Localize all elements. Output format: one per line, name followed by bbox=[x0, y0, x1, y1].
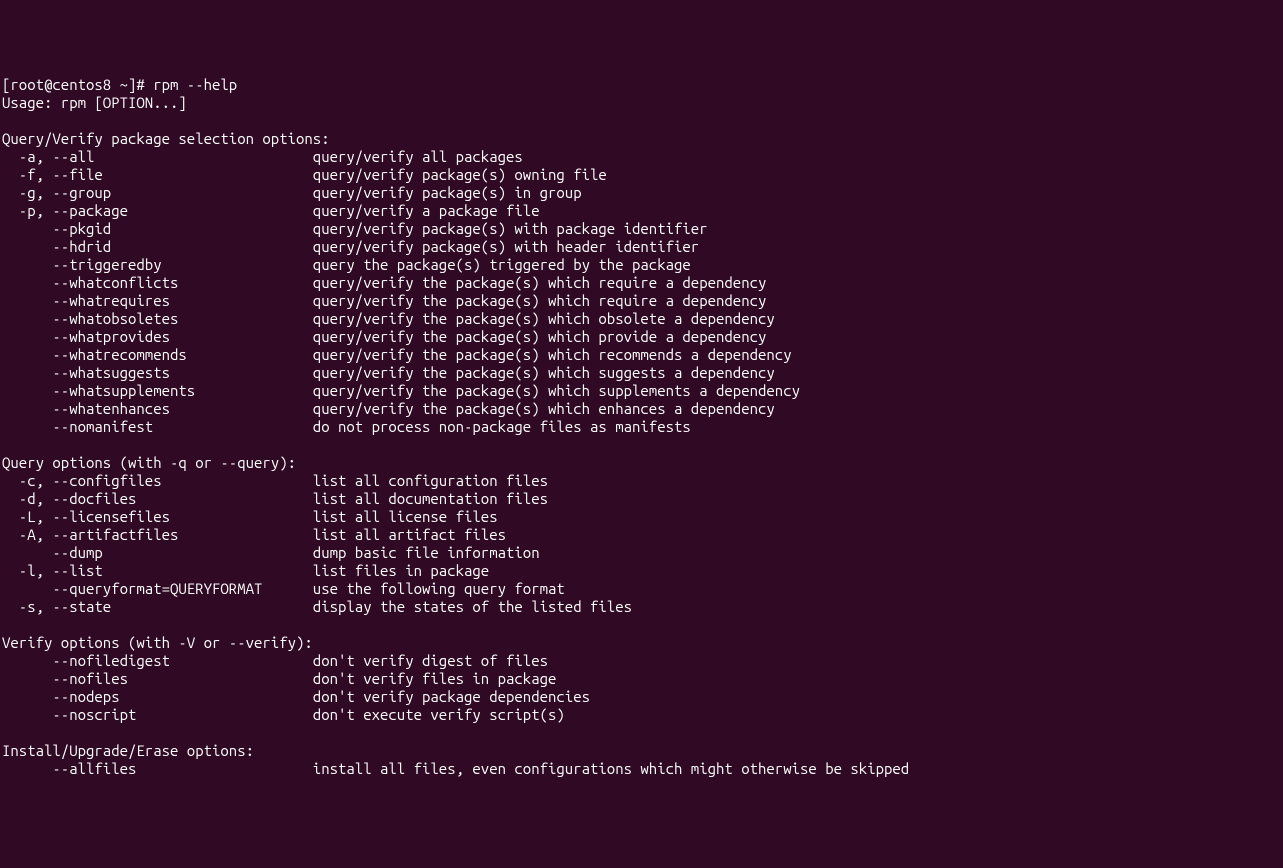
terminal-output: [root@centos8 ~]# rpm --help Usage: rpm … bbox=[2, 76, 1281, 778]
